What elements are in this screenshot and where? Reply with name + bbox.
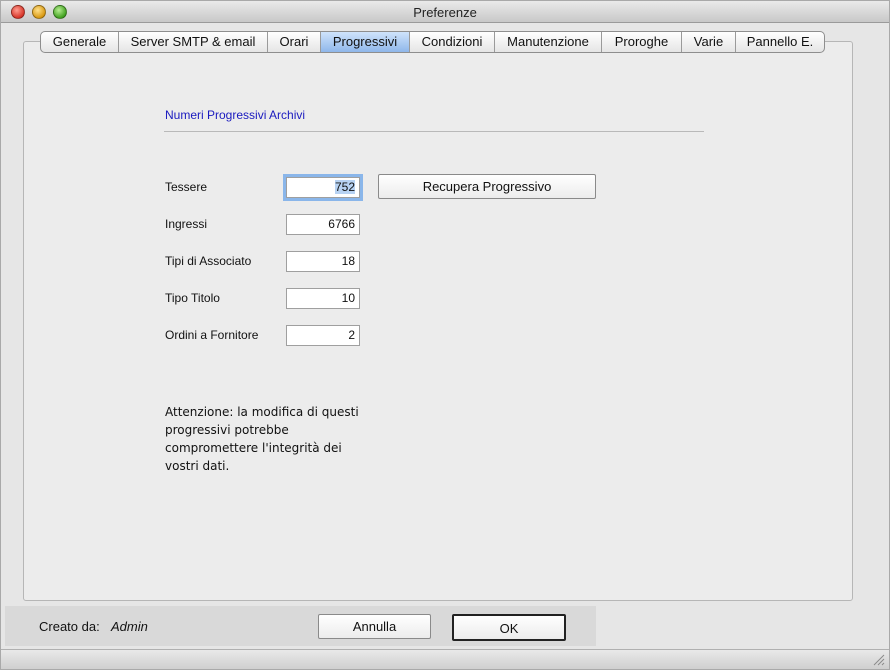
tab-generale[interactable]: Generale (41, 32, 119, 52)
tab-server-smtp-email[interactable]: Server SMTP & email (119, 32, 268, 52)
ordini-a-fornitore-label: Ordini a Fornitore (165, 328, 259, 342)
ingressi-field[interactable]: 6766 (286, 214, 360, 235)
tessere-label: Tessere (165, 180, 208, 194)
tab-manutenzione[interactable]: Manutenzione (495, 32, 602, 52)
window-title: Preferenze (413, 5, 477, 20)
section-title: Numeri Progressivi Archivi (165, 108, 306, 122)
warning-text: Attenzione: la modifica di questi progre… (165, 405, 359, 473)
ingressi-label: Ingressi (165, 217, 208, 231)
tab-panel (23, 41, 853, 601)
preferences-window: Preferenze Generale Server SMTP & email … (0, 0, 890, 670)
annulla-button[interactable]: Annulla (318, 614, 431, 639)
titlebar: Preferenze (1, 1, 889, 23)
tessere-field[interactable]: 752 (283, 174, 363, 201)
tipo-titolo-field[interactable]: 10 (286, 288, 360, 309)
tab-progressivi[interactable]: Progressivi (321, 32, 410, 52)
tab-varie[interactable]: Varie (682, 32, 736, 52)
ok-button[interactable]: OK (452, 614, 566, 641)
tipi-di-associato-label: Tipi di Associato (165, 254, 252, 268)
resize-grip-icon[interactable] (873, 654, 885, 666)
status-bar (1, 649, 889, 669)
tab-condizioni[interactable]: Condizioni (410, 32, 495, 52)
recupera-progressivo-button[interactable]: Recupera Progressivo (378, 174, 596, 199)
tab-bar: Generale Server SMTP & email Orari Progr… (40, 31, 825, 53)
tipo-titolo-label: Tipo Titolo (165, 291, 220, 305)
tab-proroghe[interactable]: Proroghe (602, 32, 682, 52)
creato-da-label: Creato da: (39, 619, 100, 634)
ordini-a-fornitore-field[interactable]: 2 (286, 325, 360, 346)
tessere-value: 752 (334, 180, 355, 194)
tab-orari[interactable]: Orari (268, 32, 321, 52)
tab-pannello-e[interactable]: Pannello E. (736, 32, 824, 52)
section-separator (164, 131, 704, 132)
creato-da-value: Admin (111, 619, 148, 634)
tipi-di-associato-field[interactable]: 18 (286, 251, 360, 272)
